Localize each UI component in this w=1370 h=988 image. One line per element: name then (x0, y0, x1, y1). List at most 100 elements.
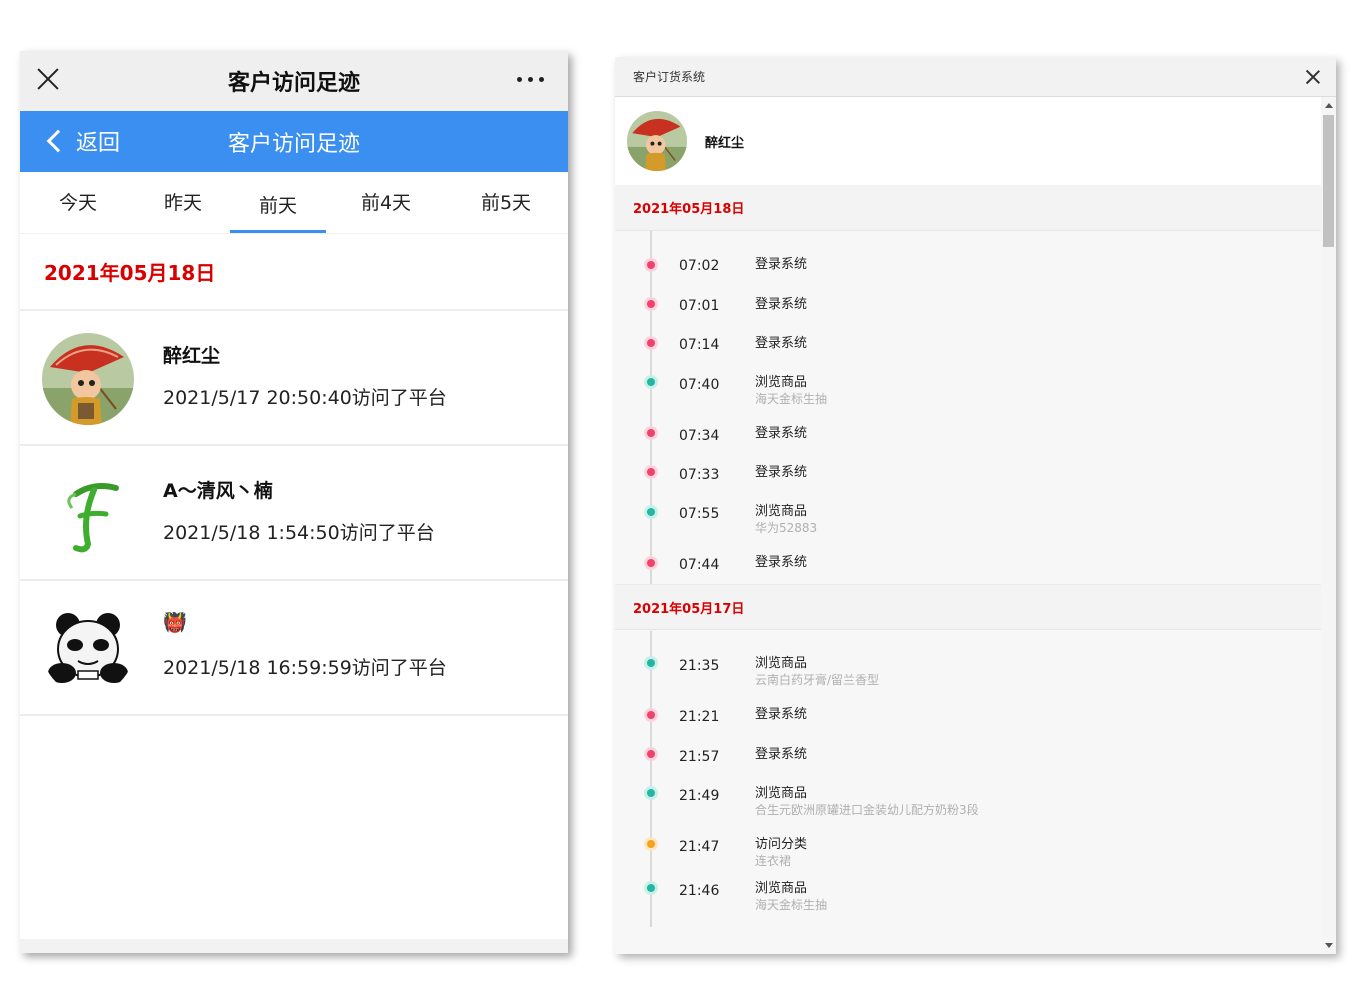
login-dot-icon (644, 556, 658, 570)
event-action: 浏览商品 (755, 786, 808, 801)
event-action: 登录系统 (755, 336, 808, 351)
event-action: 登录系统 (755, 257, 808, 272)
event-action: 登录系统 (755, 297, 808, 312)
header-title: 客户访问足迹 (227, 131, 360, 157)
event-action: 浏览商品 (755, 375, 808, 390)
close-icon[interactable] (36, 67, 60, 91)
scroll-up-arrow-icon[interactable] (1325, 103, 1333, 108)
event-time: 07:34 (679, 428, 720, 444)
user-name: 醉红尘 (705, 136, 745, 151)
event-time: 21:49 (679, 788, 720, 804)
timeline-event: 21:49 浏览商品 合生元欧洲原罐进口金装幼儿配方奶粉3段 (615, 786, 1321, 826)
date-heading: 2021年05月18日 (20, 234, 568, 311)
login-dot-icon (644, 426, 658, 440)
tab-5-days-ago[interactable]: 前5天 (456, 188, 556, 215)
login-dot-icon (644, 297, 658, 311)
timeline-event: 07:55 浏览商品 华为52883 (615, 504, 1321, 544)
vertical-scrollbar[interactable] (1321, 97, 1336, 954)
timeline-event: 07:34 登录系统 (615, 425, 1321, 465)
timeline-event: 21:46 浏览商品 海天金标生抽 (615, 881, 1321, 921)
visit-time: 2021/5/17 20:50:40访问了平台 (163, 387, 447, 409)
avatar (42, 468, 134, 560)
event-action: 登录系统 (755, 555, 808, 570)
event-time: 21:47 (679, 839, 720, 855)
timeline-event: 21:57 登录系统 (615, 747, 1321, 787)
event-time: 21:46 (679, 883, 720, 899)
wechat-top-bar: 客户访问足迹 (20, 51, 568, 111)
visit-time: 2021/5/18 1:54:50访问了平台 (163, 522, 435, 544)
timeline-event: 21:35 浏览商品 云南白药牙膏/留兰香型 (615, 656, 1321, 696)
event-time: 21:57 (679, 749, 720, 765)
event-time: 21:21 (679, 709, 720, 725)
browse-dot-icon (644, 375, 658, 389)
event-time: 21:35 (679, 658, 720, 674)
event-action: 浏览商品 (755, 881, 808, 896)
event-time: 07:14 (679, 337, 720, 353)
close-icon[interactable] (1306, 70, 1320, 84)
avatar (42, 333, 134, 425)
timeline-event: 21:21 登录系统 (615, 707, 1321, 747)
event-time: 07:44 (679, 557, 720, 573)
event-detail: 海天金标生抽 (755, 392, 828, 406)
event-time: 07:40 (679, 377, 720, 393)
app-header: 返回 客户访问足迹 (20, 111, 568, 172)
timeline-event: 07:02 登录系统 (615, 255, 1321, 295)
window-title-bar: 客户订货系统 (615, 57, 1336, 97)
page-title: 客户访问足迹 (227, 71, 360, 96)
tab-day-before-yesterday[interactable]: 前天 (228, 191, 328, 218)
tab-today[interactable]: 今天 (28, 188, 128, 215)
event-detail: 云南白药牙膏/留兰香型 (755, 673, 880, 687)
mobile-visit-footprint-panel: 客户访问足迹 返回 客户访问足迹 今天 昨天 前天 前4天 前5天 2021年0… (20, 51, 568, 953)
login-dot-icon (644, 747, 658, 761)
event-detail: 连衣裙 (755, 854, 792, 868)
event-time: 07:02 (679, 258, 720, 274)
back-button[interactable]: 返回 (42, 125, 120, 157)
login-dot-icon (644, 708, 658, 722)
active-tab-indicator (230, 230, 326, 233)
day-heading: 2021年05月17日 (615, 584, 1321, 630)
back-button-label: 返回 (76, 131, 121, 156)
visit-time: 2021/5/18 16:59:59访问了平台 (163, 657, 447, 679)
visitor-name: 👹 (163, 612, 187, 634)
event-time: 07:01 (679, 298, 720, 314)
tab-4-days-ago[interactable]: 前4天 (336, 188, 436, 215)
event-detail: 海天金标生抽 (755, 898, 828, 912)
login-dot-icon (644, 465, 658, 479)
event-action: 登录系统 (755, 426, 808, 441)
event-action: 浏览商品 (755, 656, 808, 671)
tab-yesterday[interactable]: 昨天 (133, 188, 233, 215)
day-tabs: 今天 昨天 前天 前4天 前5天 (20, 172, 568, 234)
more-menu-icon[interactable] (517, 77, 544, 82)
footer-bar (20, 939, 568, 953)
timeline-event: 07:01 登录系统 (615, 295, 1321, 335)
event-action: 浏览商品 (755, 504, 808, 519)
visitor-row[interactable]: 醉红尘 2021/5/17 20:50:40访问了平台 (20, 311, 568, 446)
day-heading: 2021年05月18日 (615, 185, 1321, 231)
browse-dot-icon (644, 786, 658, 800)
login-dot-icon (644, 336, 658, 350)
event-time: 07:55 (679, 506, 720, 522)
visitor-row[interactable]: A～清风丶楠 2021/5/18 1:54:50访问了平台 (20, 446, 568, 581)
event-action: 访问分类 (755, 837, 808, 852)
window-title: 客户订货系统 (633, 70, 706, 84)
browse-dot-icon (644, 505, 658, 519)
event-action: 登录系统 (755, 465, 808, 480)
order-system-window: 客户订货系统 醉红尘 2021年05月18日 07:02 登录系统 07:01 (615, 57, 1336, 954)
timeline-event: 21:47 访问分类 连衣裙 (615, 837, 1321, 877)
scroll-down-arrow-icon[interactable] (1325, 943, 1333, 948)
timeline-event: 07:33 登录系统 (615, 464, 1321, 504)
visitor-name: A～清风丶楠 (163, 480, 273, 502)
scroll-thumb[interactable] (1323, 115, 1334, 247)
chevron-left-icon (46, 129, 70, 153)
event-detail: 合生元欧洲原罐进口金装幼儿配方奶粉3段 (755, 803, 979, 817)
visitor-row[interactable]: 👹 2021/5/18 16:59:59访问了平台 (20, 581, 568, 716)
event-action: 登录系统 (755, 747, 808, 762)
category-dot-icon (644, 837, 658, 851)
visitor-name: 醉红尘 (163, 345, 221, 367)
event-action: 登录系统 (755, 707, 808, 722)
user-header: 醉红尘 (615, 97, 1321, 185)
avatar (42, 603, 134, 695)
event-time: 07:33 (679, 467, 720, 483)
browse-dot-icon (644, 881, 658, 895)
avatar (627, 111, 687, 171)
